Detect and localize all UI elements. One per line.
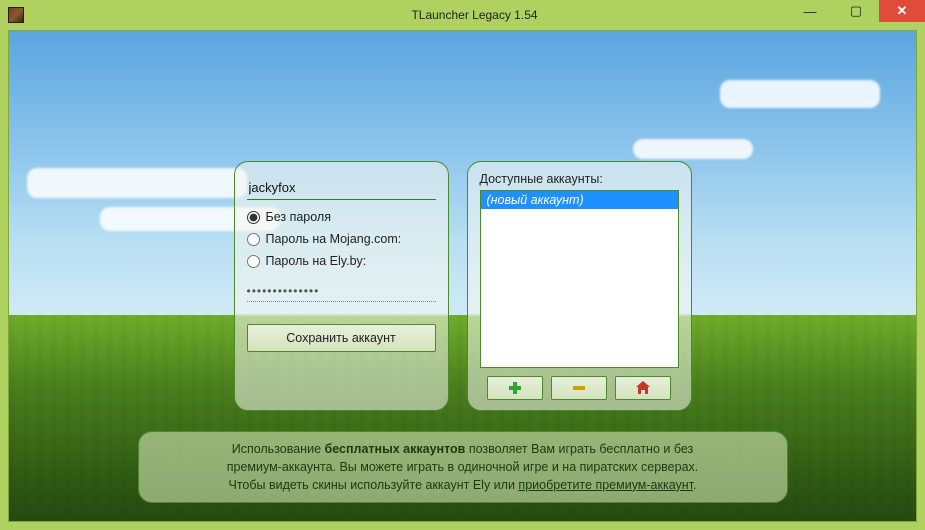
radio-mojang-label: Пароль на Mojang.com:	[266, 232, 402, 246]
close-button[interactable]: ✕	[879, 0, 925, 22]
accounts-label: Доступные аккаунты:	[480, 172, 679, 186]
radio-no-password-input[interactable]	[247, 211, 260, 224]
accounts-listbox[interactable]: (новый аккаунт)	[480, 190, 679, 368]
password-input[interactable]	[247, 280, 436, 302]
content-area: Без пароля Пароль на Mojang.com: Пароль …	[8, 30, 917, 522]
radio-ely[interactable]: Пароль на Ely.by:	[247, 254, 436, 268]
login-panel: Без пароля Пароль на Mojang.com: Пароль …	[234, 161, 449, 411]
radio-ely-label: Пароль на Ely.by:	[266, 254, 367, 268]
titlebar: TLauncher Legacy 1.54 — ▢ ✕	[0, 0, 925, 30]
minimize-button[interactable]: —	[787, 0, 833, 22]
radio-mojang[interactable]: Пароль на Mojang.com:	[247, 232, 436, 246]
list-item[interactable]: (новый аккаунт)	[481, 191, 678, 209]
info-box: Использование бесплатных аккаунтов позво…	[138, 431, 788, 503]
radio-mojang-input[interactable]	[247, 233, 260, 246]
premium-link[interactable]: приобретите премиум-аккаунт	[518, 478, 693, 492]
app-icon	[8, 7, 24, 23]
radio-no-password[interactable]: Без пароля	[247, 210, 436, 224]
radio-ely-input[interactable]	[247, 255, 260, 268]
minus-icon	[573, 386, 585, 390]
add-account-button[interactable]	[487, 376, 543, 400]
save-account-button[interactable]: Сохранить аккаунт	[247, 324, 436, 352]
accounts-panel: Доступные аккаунты: (новый аккаунт)	[467, 161, 692, 411]
home-button[interactable]	[615, 376, 671, 400]
plus-icon	[509, 382, 521, 394]
radio-no-password-label: Без пароля	[266, 210, 332, 224]
username-input[interactable]	[247, 176, 436, 200]
remove-account-button[interactable]	[551, 376, 607, 400]
maximize-button[interactable]: ▢	[833, 0, 879, 22]
home-icon	[635, 381, 651, 395]
